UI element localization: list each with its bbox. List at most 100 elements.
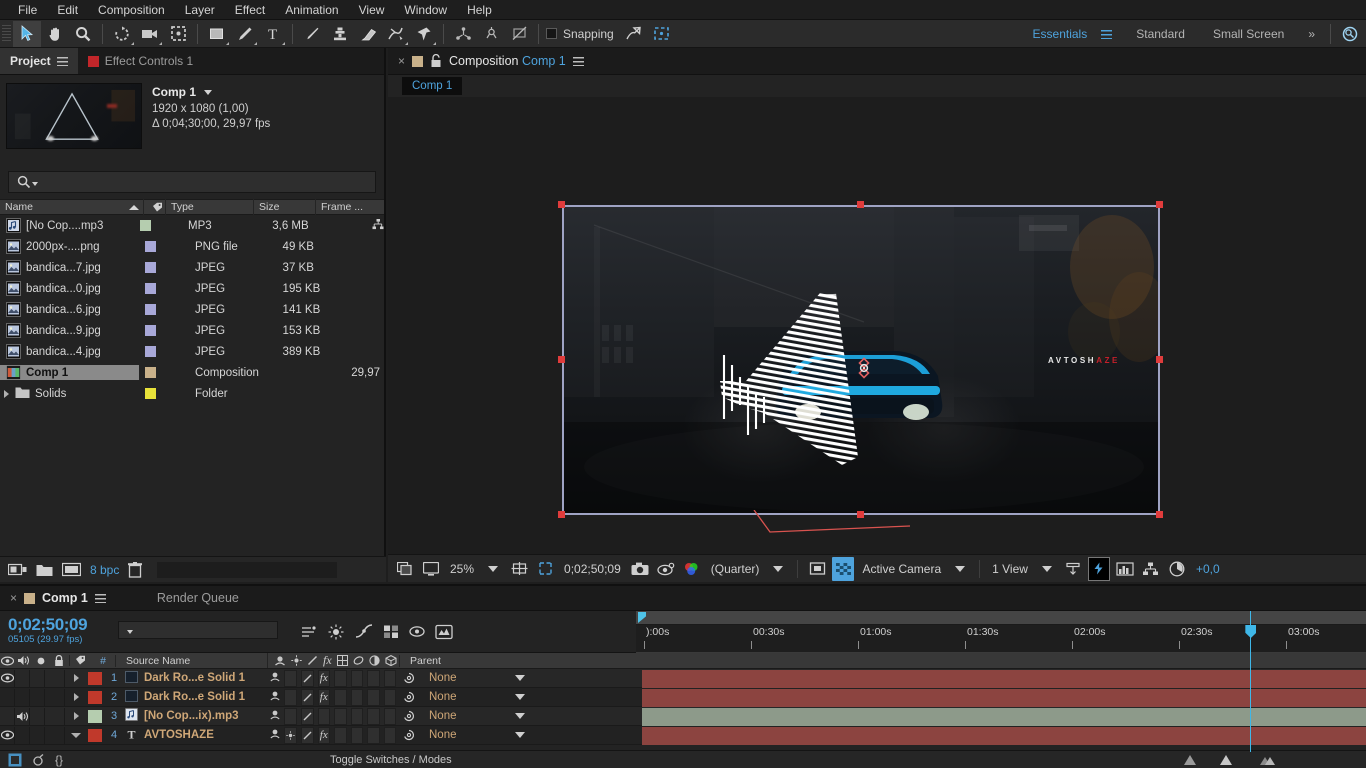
- column-header-parent[interactable]: Parent: [399, 654, 524, 667]
- tab-project[interactable]: Project: [0, 48, 78, 74]
- layer-solo-toggle[interactable]: [30, 688, 45, 706]
- layer-quality-switch[interactable]: [300, 726, 314, 744]
- roto-brush-tool[interactable]: [382, 21, 410, 47]
- project-item-row[interactable]: bandica...6.jpg JPEG 141 KB: [0, 299, 384, 320]
- timeline-layer-bar[interactable]: [642, 670, 1366, 688]
- column-header-label[interactable]: [69, 655, 91, 666]
- transparency-grid-icon[interactable]: [832, 556, 855, 581]
- layer-adjustment-switch[interactable]: [367, 726, 380, 744]
- layer-3d-switch[interactable]: [383, 669, 396, 687]
- project-item-name-cell[interactable]: Solids: [0, 386, 139, 401]
- layer-motion-blur-switch[interactable]: [350, 707, 363, 725]
- layer-lock-toggle[interactable]: [45, 669, 65, 687]
- layer-lock-toggle[interactable]: [45, 707, 65, 725]
- timeline-current-time[interactable]: 0;02;50;09 05105 (29.97 fps): [0, 611, 118, 652]
- column-header-video-icon[interactable]: [0, 656, 15, 666]
- brush-tool[interactable]: [298, 21, 326, 47]
- project-item-label-color-cell[interactable]: [139, 283, 195, 294]
- timeline-tab-comp-1[interactable]: Comp 1: [42, 591, 88, 605]
- layer-adjustment-switch[interactable]: [367, 669, 380, 687]
- layer-3d-switch[interactable]: [383, 707, 396, 725]
- timeline-search-field[interactable]: [118, 621, 281, 639]
- layer-shy-switch[interactable]: [269, 709, 281, 723]
- project-item-name-cell[interactable]: bandica...7.jpg: [0, 260, 139, 275]
- hide-shy-layers-icon[interactable]: [409, 624, 425, 639]
- rotation-tool[interactable]: [108, 21, 136, 47]
- layer-parent-dropdown[interactable]: None: [421, 672, 531, 684]
- unified-camera-icon[interactable]: [477, 21, 505, 47]
- layer-frame-blend-switch[interactable]: [334, 669, 347, 687]
- puppet-pin-tool[interactable]: [410, 21, 438, 47]
- timeline-tab-render-queue[interactable]: Render Queue: [157, 591, 239, 605]
- column-header-audio-icon[interactable]: [15, 655, 32, 666]
- project-item-label-color-cell[interactable]: [139, 262, 195, 273]
- graph-editor-icon[interactable]: [355, 624, 373, 639]
- menu-item-effect[interactable]: Effect: [225, 0, 275, 20]
- motion-blur-switch-icon[interactable]: [353, 655, 364, 666]
- layer-effects-switch[interactable]: [317, 707, 330, 725]
- breadcrumb-comp-1[interactable]: Comp 1: [402, 77, 463, 95]
- layer-effects-switch[interactable]: fx: [317, 726, 330, 744]
- layer-lock-toggle[interactable]: [45, 688, 65, 706]
- layer-3d-switch[interactable]: [383, 688, 396, 706]
- resolution-dropdown-icon[interactable]: [773, 565, 784, 572]
- layer-collapse-switch[interactable]: [284, 707, 297, 725]
- layer-shy-switch[interactable]: [269, 690, 281, 704]
- project-panel-menu-icon[interactable]: [56, 56, 68, 66]
- channels-icon[interactable]: [681, 557, 703, 581]
- timeline-layer-bar[interactable]: [642, 727, 1366, 745]
- layer-adjustment-switch[interactable]: [367, 688, 380, 706]
- close-icon[interactable]: ×: [10, 591, 17, 605]
- new-footage-icon[interactable]: [62, 562, 81, 577]
- workspace-tab-standard[interactable]: Standard: [1122, 21, 1199, 47]
- layer-quality-switch[interactable]: [300, 669, 314, 687]
- motion-blur-enable-icon[interactable]: [1218, 754, 1234, 766]
- project-footer-field[interactable]: [157, 561, 338, 578]
- layer-collapse-switch[interactable]: [284, 726, 297, 744]
- layer-video-toggle[interactable]: [0, 688, 15, 706]
- column-header-source-name[interactable]: Source Name: [115, 654, 267, 667]
- timeline-layer-bar[interactable]: [642, 689, 1366, 707]
- layer-solo-toggle[interactable]: [30, 707, 45, 725]
- frame-blend-icon[interactable]: [336, 655, 348, 666]
- tab-effect-controls[interactable]: Effect Controls 1: [78, 48, 204, 74]
- chevron-down-icon[interactable]: [204, 90, 213, 96]
- motion-blur-icon[interactable]: [327, 624, 345, 640]
- project-item-label-color-cell[interactable]: [139, 346, 195, 357]
- column-header-type[interactable]: Type: [166, 199, 254, 215]
- frame-render-icon[interactable]: [8, 753, 22, 767]
- new-composition-icon[interactable]: [8, 562, 27, 577]
- menu-item-animation[interactable]: Animation: [275, 0, 348, 20]
- layer-parent-dropdown[interactable]: None: [421, 729, 531, 741]
- live-update-icon[interactable]: [435, 624, 453, 640]
- snapping-arrow-icon[interactable]: [620, 21, 648, 47]
- work-area-start-handle[interactable]: [638, 612, 646, 623]
- project-item-name-cell[interactable]: bandica...0.jpg: [0, 281, 139, 296]
- workspace-tab-essentials[interactable]: Essentials: [1019, 21, 1102, 47]
- project-item-row[interactable]: Solids Folder: [0, 383, 384, 404]
- eraser-tool[interactable]: [354, 21, 382, 47]
- layer-effects-switch[interactable]: fx: [317, 669, 330, 687]
- layer-quality-switch[interactable]: [300, 688, 314, 706]
- timeline-tracks-area[interactable]: [636, 669, 1366, 749]
- snapping-bounds-icon[interactable]: [648, 21, 676, 47]
- layer-parent-pickwhip[interactable]: [397, 729, 421, 741]
- selection-handle-tl[interactable]: [558, 201, 565, 208]
- keyframe-assist-icon[interactable]: [31, 753, 45, 767]
- selection-handle-br[interactable]: [1156, 511, 1163, 518]
- brainstorm-icon[interactable]: [383, 624, 399, 639]
- delete-icon[interactable]: [128, 561, 143, 578]
- layer-shy-switch[interactable]: [269, 671, 281, 685]
- layer-solo-toggle[interactable]: [30, 726, 45, 744]
- workspace-menu-icon[interactable]: [1101, 29, 1113, 39]
- layer-collapse-switch[interactable]: [284, 688, 297, 706]
- layer-parent-pickwhip[interactable]: [397, 691, 421, 703]
- project-item-row[interactable]: bandica...9.jpg JPEG 153 KB: [0, 320, 384, 341]
- toggle-switches-modes-button[interactable]: Toggle Switches / Modes: [330, 754, 452, 766]
- layer-label-color-cell[interactable]: [87, 690, 103, 704]
- selection-handle-bl[interactable]: [558, 511, 565, 518]
- project-item-name-cell[interactable]: bandica...9.jpg: [0, 323, 139, 338]
- menu-item-help[interactable]: Help: [457, 0, 502, 20]
- zoom-dropdown-icon[interactable]: [488, 565, 499, 572]
- layer-audio-toggle[interactable]: [15, 707, 30, 725]
